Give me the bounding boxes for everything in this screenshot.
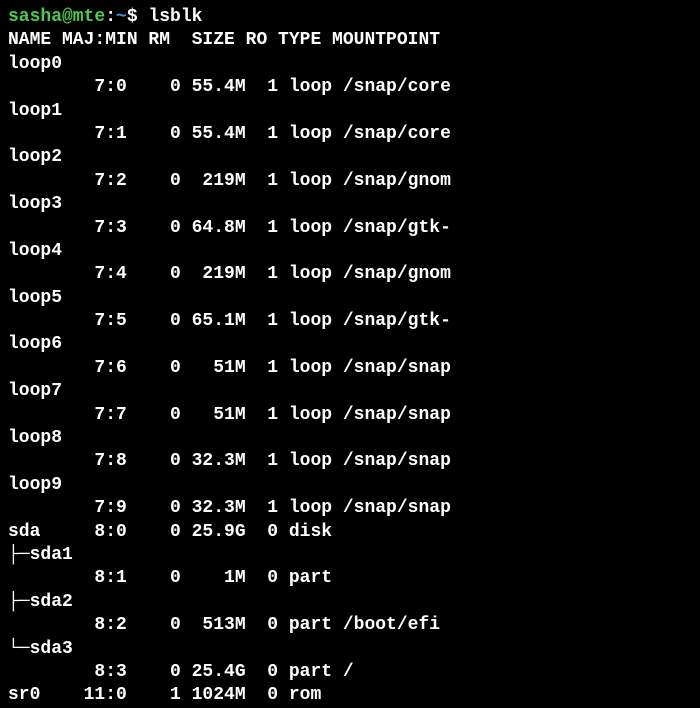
lsblk-row: 7:5 0 65.1M 1 loop /snap/gtk- xyxy=(8,310,692,333)
lsblk-row: loop4 xyxy=(8,240,692,263)
lsblk-row: └─sda3 xyxy=(8,638,692,661)
lsblk-row: ├─sda1 xyxy=(8,544,692,567)
lsblk-header: NAME MAJ:MIN RM SIZE RO TYPE MOUNTPOINT xyxy=(8,29,692,52)
lsblk-row: loop0 xyxy=(8,53,692,76)
lsblk-row: 7:8 0 32.3M 1 loop /snap/snap xyxy=(8,450,692,473)
lsblk-row: loop3 xyxy=(8,193,692,216)
lsblk-row: loop8 xyxy=(8,427,692,450)
lsblk-row: 7:9 0 32.3M 1 loop /snap/snap xyxy=(8,497,692,520)
lsblk-row: 7:0 0 55.4M 1 loop /snap/core xyxy=(8,76,692,99)
lsblk-row: 7:1 0 55.4M 1 loop /snap/core xyxy=(8,123,692,146)
lsblk-row: 7:7 0 51M 1 loop /snap/snap xyxy=(8,404,692,427)
path: ~ xyxy=(116,7,127,27)
command: lsblk xyxy=(148,7,202,27)
lsblk-row: loop9 xyxy=(8,474,692,497)
lsblk-row: sr0 11:0 1 1024M 0 rom xyxy=(8,684,692,707)
lsblk-row: 8:3 0 25.4G 0 part / xyxy=(8,661,692,684)
lsblk-row: sda 8:0 0 25.9G 0 disk xyxy=(8,521,692,544)
prompt-line: sasha@mte:~$ lsblk xyxy=(8,6,692,29)
lsblk-row: 8:2 0 513M 0 part /boot/efi xyxy=(8,614,692,637)
lsblk-row: 8:1 0 1M 0 part xyxy=(8,567,692,590)
lsblk-row: loop7 xyxy=(8,380,692,403)
lsblk-row: loop2 xyxy=(8,146,692,169)
lsblk-row: 7:2 0 219M 1 loop /snap/gnom xyxy=(8,170,692,193)
lsblk-row: loop5 xyxy=(8,287,692,310)
lsblk-row: 7:3 0 64.8M 1 loop /snap/gtk- xyxy=(8,217,692,240)
lsblk-row: 7:6 0 51M 1 loop /snap/snap xyxy=(8,357,692,380)
lsblk-row: 7:4 0 219M 1 loop /snap/gnom xyxy=(8,263,692,286)
lsblk-row: ├─sda2 xyxy=(8,591,692,614)
lsblk-row: loop1 xyxy=(8,100,692,123)
sep-colon: : xyxy=(105,7,116,27)
lsblk-row: loop6 xyxy=(8,333,692,356)
sep-dollar: $ xyxy=(127,7,149,27)
user-host: sasha@mte xyxy=(8,7,105,27)
